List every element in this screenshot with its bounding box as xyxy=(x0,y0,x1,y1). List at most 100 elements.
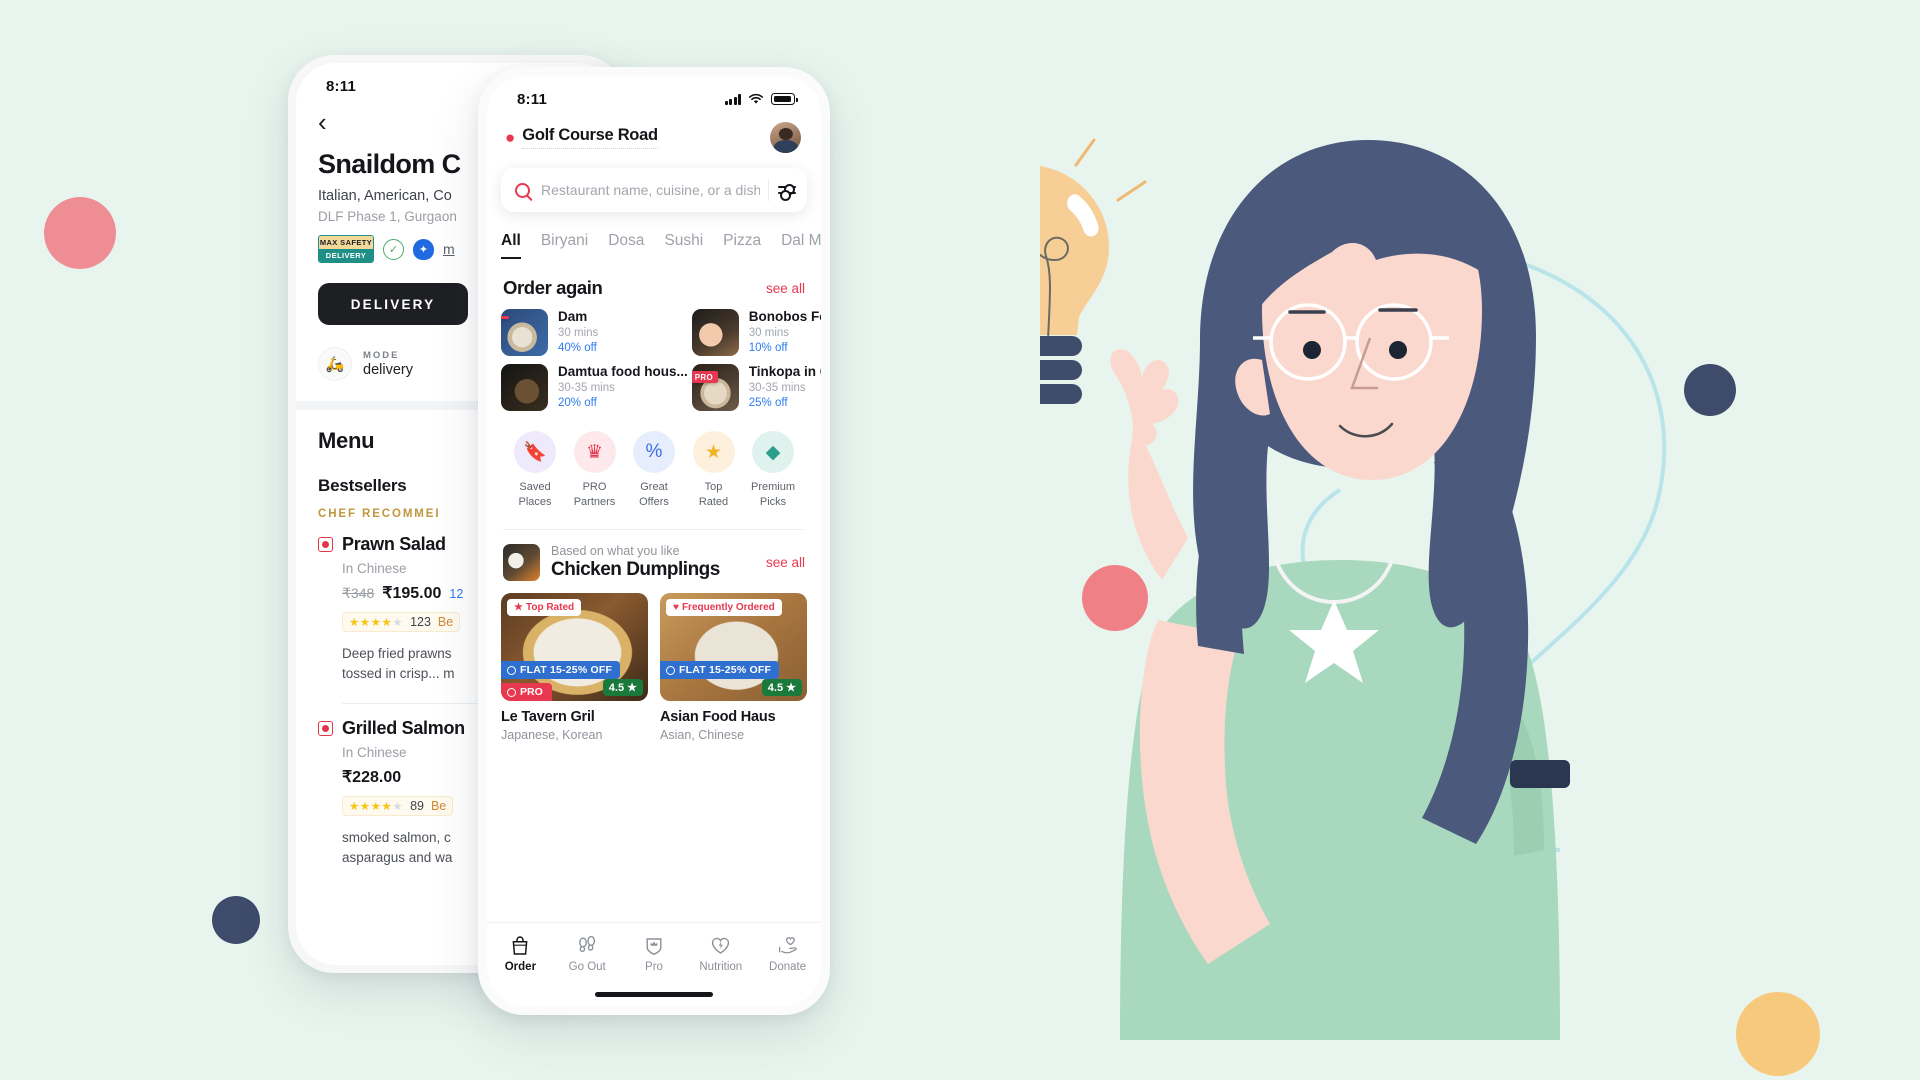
category-tabs[interactable]: All Biryani Dosa Sushi Pizza Dal Makh xyxy=(487,212,821,259)
woman-with-idea-illustration xyxy=(1040,138,1667,1040)
shield-icon: ✦ xyxy=(413,238,434,260)
restaurant-name: Damtua food hous... xyxy=(558,364,688,379)
offer-circle-icon xyxy=(666,665,675,675)
star-icon: ★★★★★ xyxy=(349,800,404,813)
order-again-item[interactable]: PRO Tinkopa in Cafe 30-35 mins 25% off xyxy=(691,364,821,411)
order-again-item[interactable]: Bonobos Foodo 30 mins 10% off xyxy=(691,309,821,356)
top-rated-badge: ★ Top Rated xyxy=(507,599,582,617)
tab-donate[interactable]: Donate xyxy=(754,934,821,973)
bottom-tab-bar: Order Go Out Pro Nutrition Donate xyxy=(487,922,821,1006)
search-bar[interactable] xyxy=(501,168,807,212)
max-safety-bottom-label: DELIVERY xyxy=(319,249,373,262)
decorative-dot-navy-medium xyxy=(212,896,260,944)
quick-action-saved-places[interactable]: 🔖 Saved Places xyxy=(507,431,563,509)
crown-shield-icon: ♛ xyxy=(573,431,616,473)
order-again-title: Order again xyxy=(503,277,603,298)
home-indicator xyxy=(595,992,713,997)
illustration xyxy=(1040,60,1760,1080)
category-tab-all[interactable]: All xyxy=(501,232,521,259)
pro-badge xyxy=(501,316,509,319)
pro-badge: PRO xyxy=(501,683,552,702)
rating-tag: Be xyxy=(430,798,447,813)
quick-action-label: Great Offers xyxy=(639,481,669,508)
location-header[interactable]: ● Golf Course Road xyxy=(487,116,821,153)
offer-circle-icon xyxy=(507,665,516,675)
flat-offer-badge: FLAT 15-25% OFF xyxy=(660,661,780,680)
more-badges-link[interactable]: m xyxy=(443,241,455,257)
status-bar-time: 8:11 xyxy=(326,77,356,95)
restaurant-card[interactable]: ★ Top Rated FLAT 15-25% OFF PRO 4.5 ★ Le… xyxy=(501,593,648,742)
delivery-time: 30 mins xyxy=(558,327,599,339)
restaurant-image: ♥ Frequently Ordered FLAT 15-25% OFF 4.5… xyxy=(660,593,807,702)
non-veg-icon xyxy=(318,537,333,552)
restaurant-grid: ★ Top Rated FLAT 15-25% OFF PRO 4.5 ★ Le… xyxy=(487,581,821,742)
restaurant-card[interactable]: ♥ Frequently Ordered FLAT 15-25% OFF 4.5… xyxy=(660,593,807,742)
quick-action-top-rated[interactable]: ★ Top Rated xyxy=(686,431,742,509)
restaurant-name: Tinkopa in Cafe xyxy=(748,364,821,379)
heart-bolt-icon xyxy=(687,934,754,957)
restaurant-thumbnail xyxy=(501,364,548,411)
restaurant-name: Asian Food Haus xyxy=(660,709,776,726)
tab-label: Pro xyxy=(645,961,663,973)
quick-action-label: PRO Partners xyxy=(573,481,616,508)
footsteps-icon xyxy=(554,934,621,957)
star-icon: ★★★★★ xyxy=(349,617,404,629)
category-tab-biryani[interactable]: Biryani xyxy=(541,232,588,259)
pro-circle-icon xyxy=(507,687,516,697)
search-input[interactable] xyxy=(530,182,760,198)
max-safety-top-label: MAX SAFETY xyxy=(319,236,373,249)
category-tab-pizza[interactable]: Pizza xyxy=(723,232,761,259)
offer-text: 40% off xyxy=(558,342,597,354)
order-again-item[interactable]: Dam 30 mins 40% off xyxy=(501,309,688,356)
status-bar-time: 8:11 xyxy=(517,90,547,108)
quick-action-great-offers[interactable]: % Great Offers xyxy=(626,431,682,509)
location-selector[interactable]: ● Golf Course Road xyxy=(505,126,658,149)
tab-pro[interactable]: Pro xyxy=(621,934,688,973)
non-veg-icon xyxy=(318,720,333,736)
based-on-see-all[interactable]: see all xyxy=(766,555,805,570)
phone-home: 8:11 ● Golf Course Road Restaurant name,… xyxy=(478,67,830,1015)
quick-action-premium-picks[interactable]: ◆ Premium Picks xyxy=(745,431,801,509)
order-again-header: Order again see all xyxy=(487,259,821,299)
tab-label: Nutrition xyxy=(699,961,743,973)
delivery-time: 30-35 mins xyxy=(748,382,806,394)
quick-action-label: Saved Places xyxy=(518,481,552,508)
location-pin-icon: ● xyxy=(505,128,516,147)
battery-icon xyxy=(771,93,798,105)
signal-icon xyxy=(724,93,741,105)
category-tab-dosa[interactable]: Dosa xyxy=(608,232,644,259)
category-tab-dal-makhani[interactable]: Dal Makh xyxy=(781,232,821,259)
rating-badge: 4.5 ★ xyxy=(761,679,802,697)
based-on-subtitle: Based on what you like xyxy=(551,544,680,559)
wifi-icon xyxy=(749,93,763,104)
quick-action-pro-partners[interactable]: ♛ PRO Partners xyxy=(567,431,623,509)
offer-text: 25% off xyxy=(748,397,788,409)
offer-text: 10% off xyxy=(748,342,788,354)
filter-sliders-icon[interactable] xyxy=(777,183,801,201)
order-again-see-all[interactable]: see all xyxy=(766,281,805,296)
veg-leaf-icon: ✓ xyxy=(383,238,404,260)
rating-badge: 4.5 ★ xyxy=(602,679,643,697)
scooter-icon: 🛵 xyxy=(318,347,352,381)
order-again-item[interactable]: Damtua food hous... 30-35 mins 20% off xyxy=(501,364,688,411)
tab-order[interactable]: Order xyxy=(487,934,554,973)
delivery-button[interactable]: DELIVERY xyxy=(318,283,468,325)
restaurant-cuisines: Asian, Chinese xyxy=(660,728,745,743)
dish-thumbnail xyxy=(503,544,540,582)
bookmark-icon: 🔖 xyxy=(514,431,556,473)
tab-nutrition[interactable]: Nutrition xyxy=(687,934,754,973)
back-icon[interactable]: ‹ xyxy=(318,109,340,135)
star-icon: ★ xyxy=(514,602,523,614)
tab-go-out[interactable]: Go Out xyxy=(554,934,621,973)
restaurant-cuisines: Japanese, Korean xyxy=(501,728,603,743)
menu-item-price: ₹195.00 xyxy=(382,585,442,602)
restaurant-thumbnail: PRO xyxy=(691,364,739,411)
eye-right xyxy=(1389,341,1407,359)
status-bar: 8:11 xyxy=(487,76,821,116)
arm-band xyxy=(1510,760,1570,788)
category-tab-sushi[interactable]: Sushi xyxy=(664,232,703,259)
decorative-dot-pink-large xyxy=(44,197,116,269)
crown-shield-icon xyxy=(621,934,688,957)
offer-text: 20% off xyxy=(558,397,597,409)
avatar[interactable] xyxy=(770,122,801,153)
